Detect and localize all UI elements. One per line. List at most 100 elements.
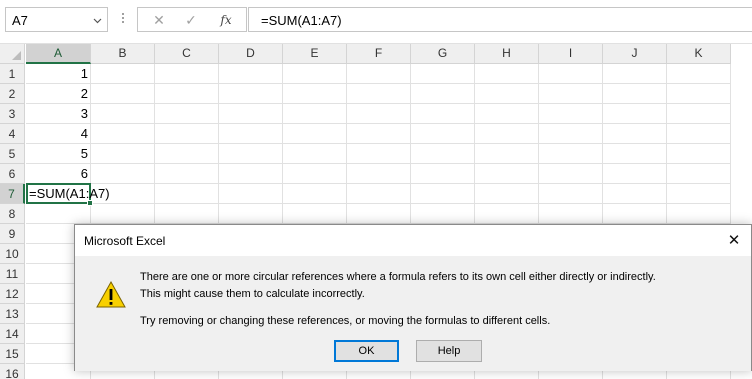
- row-header-13[interactable]: 13: [0, 304, 25, 324]
- cell-d1[interactable]: [219, 64, 283, 84]
- column-header-h[interactable]: H: [475, 44, 539, 64]
- cell-k4[interactable]: [667, 124, 731, 144]
- cell-j6[interactable]: [603, 164, 667, 184]
- cell-f8[interactable]: [347, 204, 411, 224]
- column-header-g[interactable]: G: [411, 44, 475, 64]
- cell-i1[interactable]: [539, 64, 603, 84]
- cell-e1[interactable]: [283, 64, 347, 84]
- cell-e2[interactable]: [283, 84, 347, 104]
- cell-f5[interactable]: [347, 144, 411, 164]
- cell-f7[interactable]: [347, 184, 411, 204]
- select-all-button[interactable]: [0, 44, 25, 64]
- cell-c4[interactable]: [155, 124, 219, 144]
- cell-i6[interactable]: [539, 164, 603, 184]
- row-header-10[interactable]: 10: [0, 244, 25, 264]
- chevron-down-icon[interactable]: [93, 16, 102, 25]
- help-button[interactable]: Help: [416, 340, 482, 362]
- cell-e8[interactable]: [283, 204, 347, 224]
- cell-a5[interactable]: 5: [26, 144, 91, 164]
- name-box[interactable]: A7: [5, 7, 108, 32]
- cell-f4[interactable]: [347, 124, 411, 144]
- cell-a1[interactable]: 1: [26, 64, 91, 84]
- cell-j5[interactable]: [603, 144, 667, 164]
- cell-h5[interactable]: [475, 144, 539, 164]
- cell-i8[interactable]: [539, 204, 603, 224]
- cell-j7[interactable]: [603, 184, 667, 204]
- cell-a3[interactable]: 3: [26, 104, 91, 124]
- cell-g5[interactable]: [411, 144, 475, 164]
- cell-f2[interactable]: [347, 84, 411, 104]
- row-header-12[interactable]: 12: [0, 284, 25, 304]
- row-header-8[interactable]: 8: [0, 204, 25, 224]
- cell-a6[interactable]: 6: [26, 164, 91, 184]
- cell-i4[interactable]: [539, 124, 603, 144]
- cell-k5[interactable]: [667, 144, 731, 164]
- cell-i7[interactable]: [539, 184, 603, 204]
- cell-a8[interactable]: [26, 204, 91, 224]
- ok-button[interactable]: OK: [334, 340, 399, 362]
- formula-input[interactable]: =SUM(A1:A7): [248, 7, 752, 32]
- cell-k2[interactable]: [667, 84, 731, 104]
- close-icon[interactable]: ✕: [717, 225, 751, 256]
- row-header-16[interactable]: 16: [0, 364, 25, 379]
- cell-c3[interactable]: [155, 104, 219, 124]
- column-header-i[interactable]: I: [539, 44, 603, 64]
- cell-d4[interactable]: [219, 124, 283, 144]
- column-header-b[interactable]: B: [91, 44, 155, 64]
- cell-c2[interactable]: [155, 84, 219, 104]
- cell-e6[interactable]: [283, 164, 347, 184]
- cell-g1[interactable]: [411, 64, 475, 84]
- insert-function-icon[interactable]: fx: [217, 12, 235, 28]
- cell-d2[interactable]: [219, 84, 283, 104]
- cell-b4[interactable]: [91, 124, 155, 144]
- row-header-11[interactable]: 11: [0, 264, 25, 284]
- column-header-e[interactable]: E: [283, 44, 347, 64]
- cell-g3[interactable]: [411, 104, 475, 124]
- cell-f6[interactable]: [347, 164, 411, 184]
- fill-handle[interactable]: [87, 200, 93, 206]
- cell-d3[interactable]: [219, 104, 283, 124]
- row-header-4[interactable]: 4: [0, 124, 25, 144]
- row-header-2[interactable]: 2: [0, 84, 25, 104]
- active-cell-a7[interactable]: =SUM(A1:A7): [26, 183, 110, 206]
- cell-k8[interactable]: [667, 204, 731, 224]
- cell-k6[interactable]: [667, 164, 731, 184]
- enter-icon[interactable]: ✓: [182, 12, 200, 28]
- cell-h3[interactable]: [475, 104, 539, 124]
- cell-d7[interactable]: [219, 184, 283, 204]
- cell-j1[interactable]: [603, 64, 667, 84]
- cell-h1[interactable]: [475, 64, 539, 84]
- cell-b8[interactable]: [91, 204, 155, 224]
- cell-g8[interactable]: [411, 204, 475, 224]
- column-header-a[interactable]: A: [26, 44, 91, 64]
- cell-h7[interactable]: [475, 184, 539, 204]
- column-header-c[interactable]: C: [155, 44, 219, 64]
- cell-b2[interactable]: [91, 84, 155, 104]
- cell-e3[interactable]: [283, 104, 347, 124]
- row-header-5[interactable]: 5: [0, 144, 25, 164]
- cell-i2[interactable]: [539, 84, 603, 104]
- row-header-6[interactable]: 6: [0, 164, 25, 184]
- cell-k1[interactable]: [667, 64, 731, 84]
- cell-c1[interactable]: [155, 64, 219, 84]
- cell-e4[interactable]: [283, 124, 347, 144]
- cell-j8[interactable]: [603, 204, 667, 224]
- cell-b1[interactable]: [91, 64, 155, 84]
- cell-i5[interactable]: [539, 144, 603, 164]
- cell-h2[interactable]: [475, 84, 539, 104]
- formula-bar-grip-icon[interactable]: [120, 13, 126, 27]
- cell-i3[interactable]: [539, 104, 603, 124]
- cell-j3[interactable]: [603, 104, 667, 124]
- cell-b5[interactable]: [91, 144, 155, 164]
- column-header-j[interactable]: J: [603, 44, 667, 64]
- cell-h6[interactable]: [475, 164, 539, 184]
- cell-e7[interactable]: [283, 184, 347, 204]
- row-header-14[interactable]: 14: [0, 324, 25, 344]
- cell-g2[interactable]: [411, 84, 475, 104]
- cell-j2[interactable]: [603, 84, 667, 104]
- cell-d6[interactable]: [219, 164, 283, 184]
- cell-g4[interactable]: [411, 124, 475, 144]
- cell-k3[interactable]: [667, 104, 731, 124]
- cell-c7[interactable]: [155, 184, 219, 204]
- row-header-7[interactable]: 7: [0, 184, 25, 204]
